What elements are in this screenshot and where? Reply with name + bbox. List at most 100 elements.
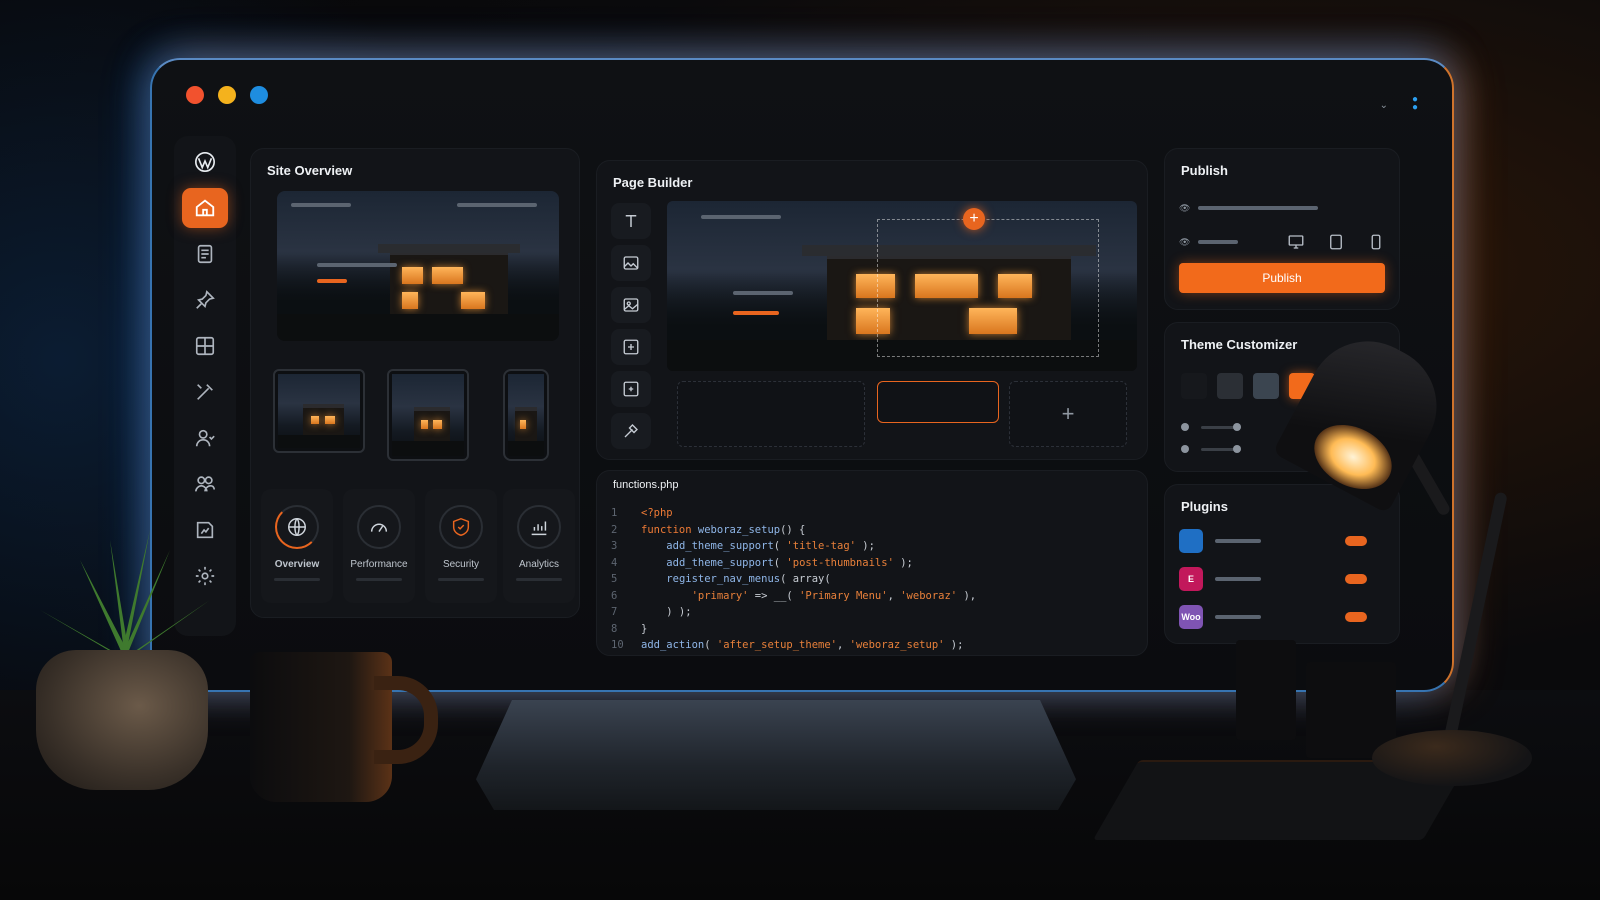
- color-swatch[interactable]: [1181, 373, 1207, 399]
- chevron-down-icon[interactable]: ⌄: [1380, 100, 1388, 111]
- media-block-tool[interactable]: [611, 329, 651, 365]
- code-token: );: [855, 540, 875, 552]
- sidebar-item-pages[interactable]: [182, 234, 228, 274]
- line-number: 3: [611, 540, 618, 552]
- publish-panel: Publish 👁 👁 Publish: [1164, 148, 1400, 310]
- stat-card-overview[interactable]: Overview: [261, 489, 333, 603]
- plugins-title: Plugins: [1181, 499, 1228, 514]
- code-token: 'title-tag': [786, 540, 856, 552]
- code-token: ,: [887, 589, 901, 602]
- site-preview-desktop[interactable]: [277, 191, 559, 341]
- mug-illustration: [250, 652, 392, 802]
- preview-desktop-device[interactable]: [273, 369, 365, 453]
- preview-row[interactable]: 👁: [1179, 229, 1385, 255]
- sidebar-item-team[interactable]: [182, 464, 228, 504]
- line-number: 10: [611, 639, 624, 651]
- preview-header-text: [291, 203, 351, 207]
- code-token: );: [893, 556, 913, 569]
- image-block-tool[interactable]: [611, 245, 651, 281]
- code-token: }: [641, 622, 648, 635]
- layout-block-1[interactable]: [677, 381, 865, 447]
- plugin-toggle[interactable]: [1345, 612, 1367, 622]
- color-swatch[interactable]: [1217, 373, 1243, 399]
- add-block-tool[interactable]: [611, 371, 651, 407]
- selected-element-outline[interactable]: [877, 219, 1099, 357]
- tablet-icon[interactable]: [1327, 233, 1345, 251]
- slider-icon: [1181, 445, 1189, 453]
- visibility-row[interactable]: 👁: [1179, 195, 1385, 221]
- layout-block-2-selected[interactable]: [877, 381, 999, 423]
- code-line: 2 function weboraz_setup() {: [611, 522, 976, 539]
- plugin-row[interactable]: [1179, 527, 1385, 555]
- preview-mobile-device[interactable]: [503, 369, 549, 461]
- line-number: 8: [611, 622, 618, 635]
- color-swatch[interactable]: [1253, 373, 1279, 399]
- woocommerce-logo-icon: Woo: [1179, 605, 1203, 629]
- plugin-name: [1215, 539, 1261, 543]
- plugin-toggle[interactable]: [1345, 574, 1367, 584]
- stat-bar: [356, 578, 402, 581]
- page-builder-panel: Page Builder + +: [596, 160, 1148, 460]
- wordpress-logo-icon[interactable]: [182, 142, 228, 182]
- builder-canvas[interactable]: +: [667, 201, 1137, 371]
- code-token: );: [944, 639, 964, 651]
- stat-label: Security: [442, 559, 480, 570]
- stat-label: Analytics: [518, 559, 559, 570]
- code-token: 'Primary Menu': [799, 589, 888, 602]
- code-line: 4 add_theme_support( 'post-thumbnails' )…: [611, 555, 976, 572]
- code-token: () {: [780, 523, 806, 536]
- line-number: 5: [611, 573, 618, 585]
- plugin-toggle[interactable]: [1345, 536, 1367, 546]
- theme-customizer-title: Theme Customizer: [1181, 337, 1298, 352]
- code-token: 'post-thumbnails': [786, 556, 894, 569]
- sidebar-item-posts[interactable]: [182, 280, 228, 320]
- stat-bar: [274, 578, 320, 581]
- sidebar-item-users[interactable]: [182, 418, 228, 458]
- stat-label: Performance: [350, 559, 408, 570]
- stat-card-performance[interactable]: Performance: [343, 489, 415, 603]
- add-element-button[interactable]: +: [963, 208, 985, 230]
- code-area[interactable]: 1 <?php 2 function weboraz_setup() {3 add_t…: [611, 505, 976, 654]
- slider-thumb[interactable]: [1233, 445, 1241, 453]
- stat-card-analytics[interactable]: Analytics: [503, 489, 575, 603]
- window-maximize-button[interactable]: [250, 86, 268, 104]
- desktop-icon[interactable]: [1287, 233, 1305, 251]
- sidebar-item-appearance[interactable]: [182, 372, 228, 412]
- add-section-button[interactable]: +: [1009, 381, 1127, 447]
- chart-icon: [517, 505, 561, 549]
- visibility-text: [1198, 206, 1319, 210]
- site-overview-title: Site Overview: [267, 163, 353, 178]
- sidebar-item-media[interactable]: [182, 326, 228, 366]
- preview-text: [1198, 240, 1239, 244]
- code-token: (: [773, 540, 787, 552]
- page-builder-title: Page Builder: [613, 175, 693, 190]
- stat-card-security[interactable]: Security: [425, 489, 497, 603]
- code-token: 'weboraz_setup': [849, 639, 945, 651]
- style-tool[interactable]: [611, 413, 651, 449]
- line-number: 1: [611, 507, 618, 519]
- stat-label: Overview: [274, 559, 320, 570]
- window-minimize-button[interactable]: [218, 86, 236, 104]
- code-token: (: [704, 639, 717, 651]
- slider-thumb[interactable]: [1233, 423, 1241, 431]
- publish-button[interactable]: Publish: [1179, 263, 1385, 293]
- window-close-button[interactable]: [186, 86, 204, 104]
- line-number: 4: [611, 556, 618, 569]
- plugins-panel: Plugins E Woo: [1164, 484, 1400, 644]
- gallery-block-tool[interactable]: [611, 287, 651, 323]
- plugin-logo-icon: [1179, 529, 1203, 553]
- text-block-tool[interactable]: [611, 203, 651, 239]
- line-number: 2: [611, 523, 618, 536]
- site-overview-panel: Site Overview Overview Performance Secur…: [250, 148, 580, 618]
- mobile-icon[interactable]: [1367, 233, 1385, 251]
- sidebar-item-home[interactable]: [182, 188, 228, 228]
- code-token: add_action: [641, 639, 705, 651]
- code-line: 3 add_theme_support( 'title-tag' );: [611, 538, 976, 555]
- preview-tablet-device[interactable]: [387, 369, 469, 461]
- canvas-headline: [733, 291, 793, 295]
- plugin-row[interactable]: Woo: [1179, 603, 1385, 631]
- elementor-logo-icon: E: [1179, 567, 1203, 591]
- plugin-row[interactable]: E: [1179, 565, 1385, 593]
- more-menu-icon[interactable]: ● ●: [1412, 95, 1418, 113]
